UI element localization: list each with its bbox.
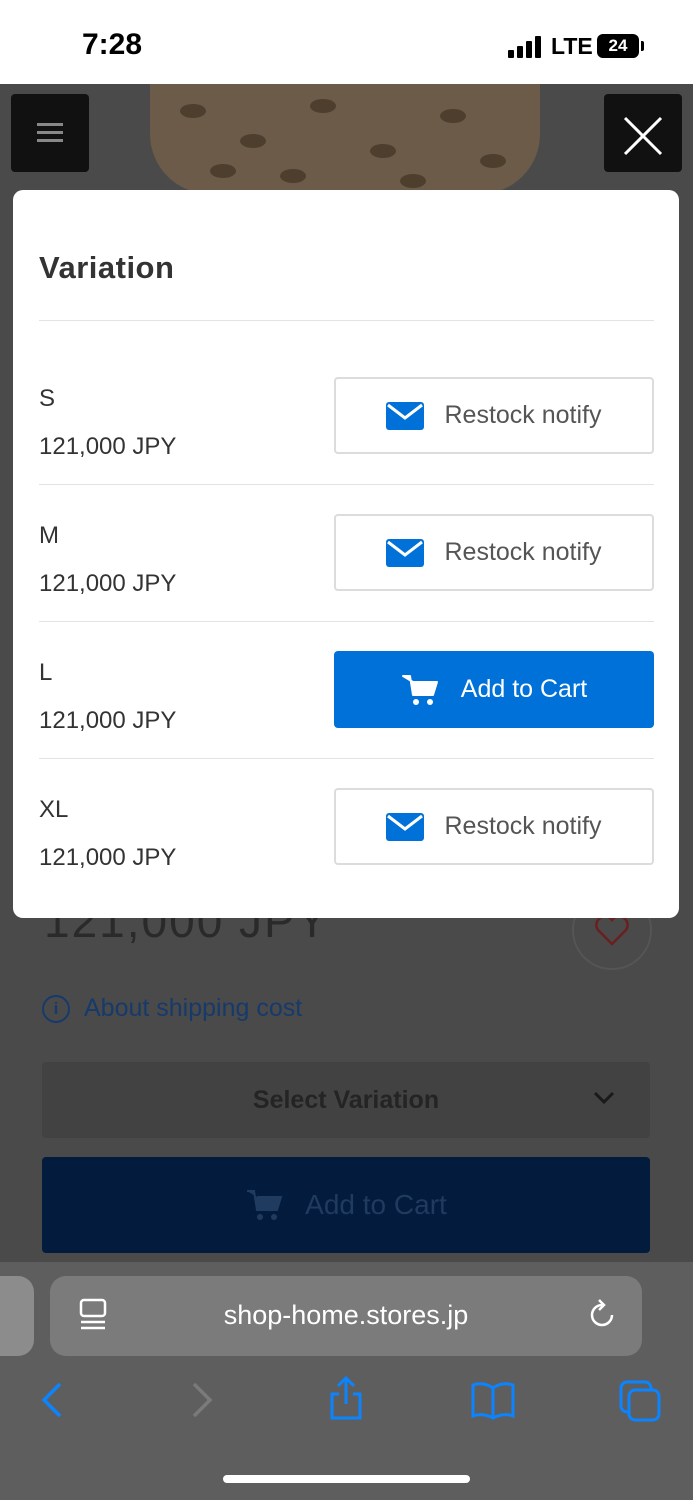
variation-size: XL	[39, 796, 69, 823]
close-icon	[623, 116, 663, 156]
add-to-cart-label: Add to Cart	[305, 1189, 447, 1220]
divider	[39, 758, 654, 759]
network-label: LTE	[551, 33, 593, 59]
menu-button[interactable]	[11, 94, 89, 172]
variation-row-s: S 121,000 JPY Restock notify	[13, 377, 679, 514]
variation-price: 121,000 JPY	[39, 707, 177, 734]
bookmarks-icon[interactable]	[470, 1380, 516, 1420]
variation-price: 121,000 JPY	[39, 844, 177, 871]
variation-modal: Variation S 121,000 JPY Restock notify M…	[13, 190, 679, 918]
reload-icon[interactable]	[586, 1298, 618, 1332]
battery-tip	[641, 41, 644, 51]
close-button[interactable]	[604, 94, 682, 172]
mail-icon	[386, 538, 425, 567]
variation-row-l: L 121,000 JPY Add to Cart	[13, 651, 679, 788]
divider	[39, 320, 654, 321]
browser-toolbar: shop-home.stores.jp	[0, 1262, 693, 1500]
forward-icon[interactable]	[188, 1380, 216, 1420]
back-icon[interactable]	[38, 1380, 66, 1420]
info-icon: i	[42, 994, 70, 1023]
divider	[39, 484, 654, 485]
restock-notify-label: Restock notify	[444, 812, 602, 840]
variation-size: L	[39, 659, 53, 686]
variation-price: 121,000 JPY	[39, 433, 177, 460]
mail-icon	[386, 812, 425, 841]
add-to-cart-label: Add to Cart	[460, 675, 588, 703]
add-to-cart-button[interactable]: Add to Cart	[42, 1157, 650, 1253]
address-bar[interactable]: shop-home.stores.jp	[50, 1276, 642, 1356]
url-text: shop-home.stores.jp	[223, 1300, 469, 1330]
modal-title: Variation	[39, 250, 175, 285]
signal-icon	[508, 36, 544, 58]
mail-icon	[386, 401, 425, 430]
add-to-cart-button[interactable]: Add to Cart	[334, 651, 654, 728]
status-time: 7:28	[82, 28, 143, 61]
restock-notify-label: Restock notify	[444, 401, 602, 429]
variation-price: 121,000 JPY	[39, 570, 177, 597]
cart-icon	[247, 1190, 283, 1220]
restock-notify-button[interactable]: Restock notify	[334, 514, 654, 591]
shipping-cost-link[interactable]: i About shipping cost	[42, 994, 302, 1023]
variation-size: S	[39, 385, 56, 412]
restock-notify-button[interactable]: Restock notify	[334, 788, 654, 865]
variation-row-m: M 121,000 JPY Restock notify	[13, 514, 679, 651]
previous-tab[interactable]	[0, 1276, 34, 1356]
battery-icon: 24	[597, 34, 639, 58]
tabs-icon[interactable]	[619, 1380, 661, 1422]
home-indicator	[223, 1475, 470, 1483]
variation-row-xl: XL 121,000 JPY Restock notify	[13, 788, 679, 925]
share-icon[interactable]	[328, 1374, 364, 1422]
shipping-cost-label: About shipping cost	[84, 994, 303, 1022]
variation-size: M	[39, 522, 59, 549]
cart-icon	[401, 674, 438, 705]
product-image	[150, 84, 540, 194]
select-variation-label: Select Variation	[252, 1086, 440, 1114]
select-variation-dropdown[interactable]: Select Variation	[42, 1062, 650, 1138]
chevron-down-icon	[593, 1091, 615, 1105]
restock-notify-button[interactable]: Restock notify	[334, 377, 654, 454]
restock-notify-label: Restock notify	[444, 538, 602, 566]
divider	[39, 621, 654, 622]
status-bar: 7:28 LTE 24	[0, 0, 693, 84]
